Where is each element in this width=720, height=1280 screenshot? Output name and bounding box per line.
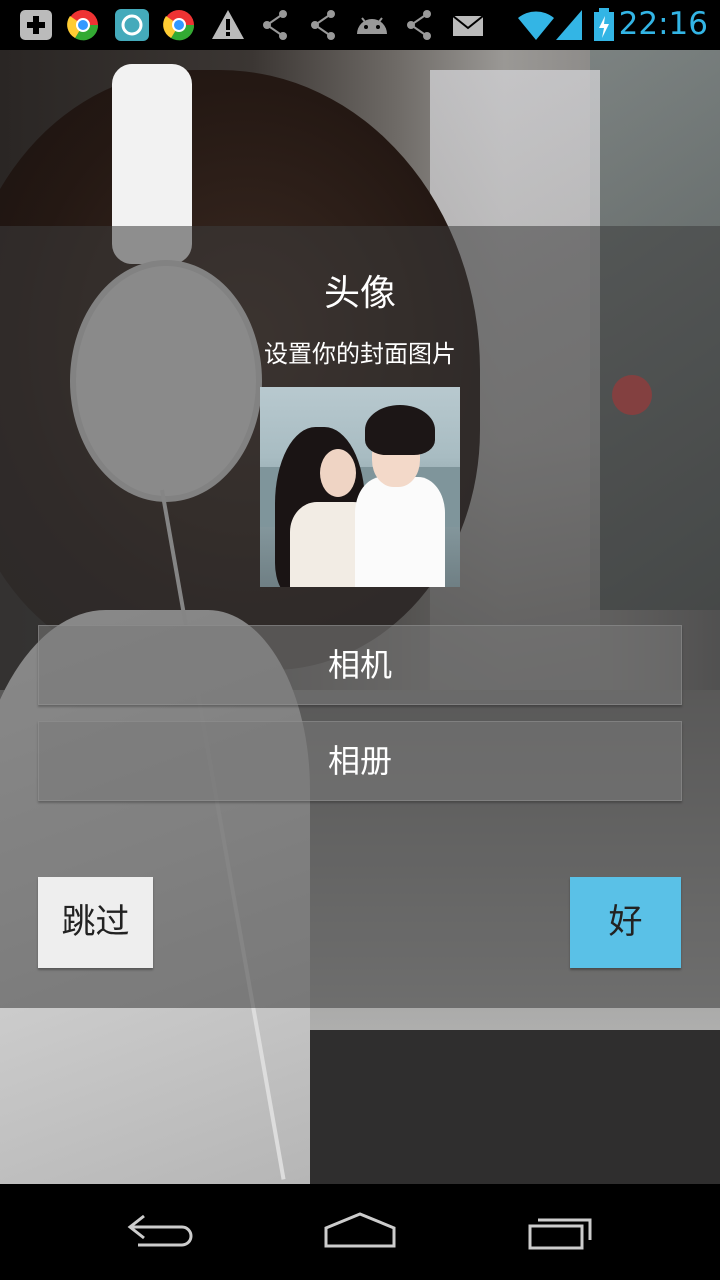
ok-button[interactable]: 好: [570, 877, 681, 968]
back-icon[interactable]: [124, 1208, 196, 1258]
mail-icon: [452, 8, 484, 46]
warning-icon: [210, 8, 246, 46]
signal-icon: [554, 8, 584, 46]
recent-apps-icon[interactable]: [526, 1208, 598, 1258]
home-icon[interactable]: [322, 1208, 398, 1258]
chrome-icon: [162, 8, 196, 46]
status-bar: 22:16: [0, 0, 720, 50]
dialog-subtitle: 设置你的封面图片: [264, 340, 456, 368]
album-button[interactable]: 相册: [38, 721, 682, 801]
dialog-title: 头像: [323, 273, 396, 314]
add-icon: [18, 8, 54, 46]
share-icon: [308, 8, 338, 46]
cover-picture-dialog: 头像 设置你的封面图片 相机 相册 跳过 好: [0, 226, 720, 1008]
battery-charging-icon: [592, 8, 616, 46]
cover-image-preview[interactable]: [260, 387, 460, 587]
wifi-icon: [516, 8, 556, 46]
chrome-icon: [66, 8, 100, 46]
qq-icon: [114, 8, 150, 46]
clock: 22:16: [618, 6, 708, 42]
camera-button[interactable]: 相机: [38, 625, 682, 705]
share-icon: [404, 8, 434, 46]
share-icon: [260, 8, 290, 46]
skip-button[interactable]: 跳过: [38, 877, 153, 968]
navigation-bar: [0, 1184, 720, 1280]
android-icon: [354, 8, 390, 46]
